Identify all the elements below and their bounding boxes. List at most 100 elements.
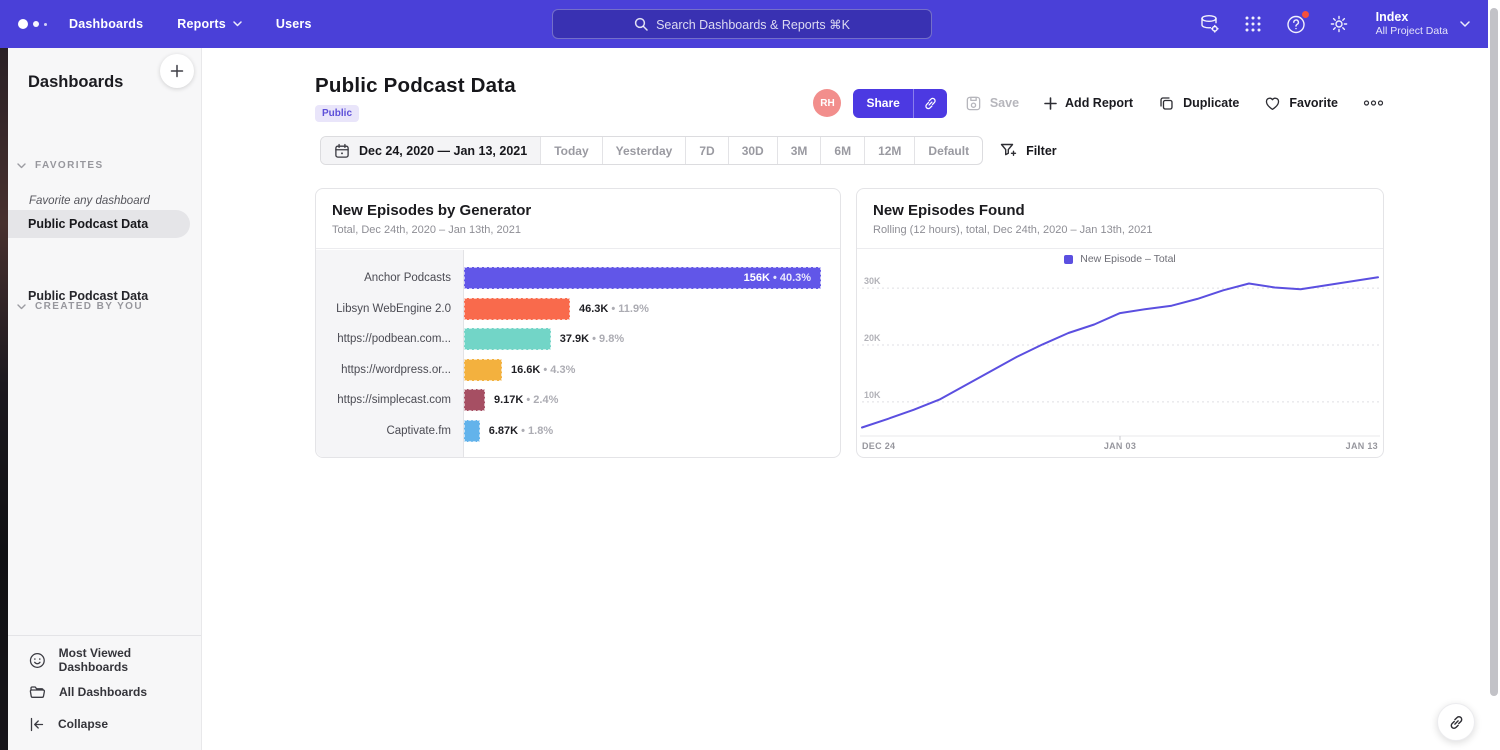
sidebar-item-public-podcast-data[interactable]: Public Podcast Data [8,210,190,238]
save-icon [965,95,982,112]
share-link-button[interactable] [913,89,947,118]
new-dashboard-button[interactable] [160,54,194,88]
search-icon [634,17,648,31]
sidebar-item-public-podcast-data-2[interactable]: Public Podcast Data [8,282,190,310]
top-nav: Dashboards Reports Users Search Dashboar… [0,0,1488,48]
most-viewed-dashboards-button[interactable]: Most Viewed Dashboards [8,644,201,676]
bar[interactable] [464,359,502,381]
preset-default[interactable]: Default [914,137,982,164]
sidebar-footer: Most Viewed Dashboards All Dashboards Co… [8,635,201,740]
folder-icon [29,684,46,700]
scrollbar-thumb[interactable] [1490,8,1498,696]
bar-category-label: Anchor Podcasts [316,272,464,284]
background-window-strip [0,48,8,750]
bar-row: Libsyn WebEngine 2.046.3K • 11.9% [316,294,840,325]
avatar[interactable]: RH [813,89,841,117]
nav-reports[interactable]: Reports [177,17,242,31]
nav-users[interactable]: Users [276,17,312,31]
project-switcher[interactable]: Index All Project Data [1376,10,1470,38]
notification-badge [1301,10,1310,19]
chevron-down-icon [17,163,26,169]
filter-funnel-icon [1000,143,1017,158]
add-report-button[interactable]: Add Report [1044,96,1133,110]
x-tick-label: DEC 24 [862,441,895,451]
favorite-button[interactable]: Favorite [1264,95,1338,111]
bar[interactable] [464,389,485,411]
bar-chart-body: Anchor Podcasts156K • 40.3%Libsyn WebEng… [316,250,840,457]
page-title: Public Podcast Data [315,74,516,98]
chevron-down-icon [233,21,242,27]
bar-value-label: 37.9K • 9.8% [560,333,624,345]
preset-3m[interactable]: 3M [777,137,821,164]
bar[interactable] [464,328,551,350]
filter-button[interactable]: Filter [1000,143,1057,158]
collapse-sidebar-button[interactable]: Collapse [8,708,201,740]
amplitude-logo-icon[interactable] [18,19,47,29]
link-icon [923,96,938,111]
sidebar: Dashboards FAVORITES Favorite any dashbo… [8,48,202,750]
divider [8,635,201,636]
footer-item-label: Most Viewed Dashboards [59,646,201,674]
chart-subtitle: Total, Dec 24th, 2020 – Jan 13th, 2021 [332,224,824,236]
duplicate-icon [1158,95,1175,112]
data-sources-icon[interactable] [1198,12,1222,36]
plus-icon [1044,97,1057,110]
bar-value-label: 46.3K • 11.9% [579,303,649,315]
save-label: Save [990,96,1019,110]
main-content: Public Podcast Data Public RH Share Save… [202,48,1488,750]
date-range-label: Dec 24, 2020 — Jan 13, 2021 [359,144,527,158]
preset-today[interactable]: Today [540,137,601,164]
save-button[interactable]: Save [965,95,1019,112]
nav-utilities: Index All Project Data [1198,0,1470,48]
sidebar-section-favorites[interactable]: FAVORITES [8,160,201,171]
copy-link-fab[interactable] [1437,703,1475,741]
bar[interactable] [464,298,570,320]
search-placeholder: Search Dashboards & Reports ⌘K [656,17,850,32]
calendar-icon [334,143,350,159]
preset-yesterday[interactable]: Yesterday [602,137,686,164]
bar-zone: 37.9K • 9.8% [464,328,840,350]
preset-6m[interactable]: 6M [820,137,864,164]
duplicate-label: Duplicate [1183,96,1239,110]
bar-zone: 16.6K • 4.3% [464,359,840,381]
date-range-picker[interactable]: Dec 24, 2020 — Jan 13, 2021 [321,137,540,164]
bar-value-label: 16.6K • 4.3% [511,364,575,376]
share-button[interactable]: Share [853,89,912,118]
favorites-empty-hint: Favorite any dashboard [29,195,150,207]
more-options-button[interactable] [1363,99,1384,107]
more-dots-icon [1363,99,1384,107]
project-name: Index [1376,10,1448,25]
bar-zone: 46.3K • 11.9% [464,298,840,320]
bar-category-label: https://simplecast.com [316,394,464,406]
nav-dashboards[interactable]: Dashboards [69,17,143,31]
scrollbar-track [1488,0,1500,750]
preset-30d[interactable]: 30D [728,137,777,164]
date-toolbar: Dec 24, 2020 — Jan 13, 2021 Today Yester… [320,136,1057,165]
duplicate-button[interactable]: Duplicate [1158,95,1239,112]
collapse-left-icon [29,717,45,732]
date-range-group: Dec 24, 2020 — Jan 13, 2021 Today Yester… [320,136,983,165]
apps-grid-icon[interactable] [1241,12,1265,36]
chart-title: New Episodes Found [873,202,1367,219]
search-input[interactable]: Search Dashboards & Reports ⌘K [552,9,932,39]
footer-item-label: All Dashboards [59,685,147,699]
y-tick-label: 10K [864,390,881,400]
all-dashboards-button[interactable]: All Dashboards [8,676,201,708]
bar[interactable]: 156K • 40.3% [464,267,821,289]
smiley-icon [29,652,46,669]
y-tick-label: 20K [864,333,881,343]
preset-7d[interactable]: 7D [685,137,727,164]
line-chart-plot[interactable]: 10K20K30KDEC 24JAN 03JAN 13 [858,269,1382,451]
bar-category-label: https://podbean.com... [316,333,464,345]
bar[interactable] [464,420,480,442]
settings-gear-icon[interactable] [1327,12,1351,36]
preset-12m[interactable]: 12M [864,137,914,164]
bar-row: Anchor Podcasts156K • 40.3% [316,263,840,294]
line-chart-card: New Episodes Found Rolling (12 hours), t… [856,188,1384,458]
help-icon[interactable] [1284,12,1308,36]
legend-swatch [1064,255,1073,264]
heart-icon [1264,95,1281,111]
series-line [862,277,1378,427]
bar-row: https://podbean.com... 37.9K • 9.8% [316,324,840,355]
bar-rows: Anchor Podcasts156K • 40.3%Libsyn WebEng… [316,263,840,446]
